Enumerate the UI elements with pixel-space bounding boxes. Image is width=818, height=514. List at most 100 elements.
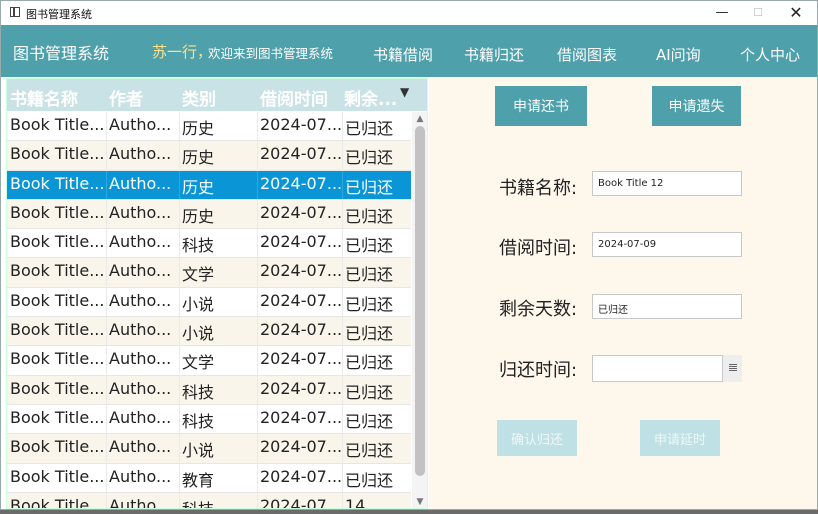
cell-category: 科技: [182, 236, 215, 256]
column-menu-icon[interactable]: ▼: [400, 85, 409, 99]
app-icon: [10, 7, 20, 17]
cell-book-name: Book Title...: [10, 378, 105, 398]
nav-item-chart[interactable]: 借阅图表: [557, 44, 617, 65]
nav-item-ai[interactable]: AI问询: [656, 44, 701, 65]
cell-remaining: 已归还: [345, 353, 394, 373]
column-divider: [179, 434, 180, 463]
cell-category: 教育: [182, 470, 215, 490]
column-header-remaining[interactable]: 剩余...: [344, 85, 397, 110]
cell-category: 科技: [182, 382, 215, 402]
cell-category: 科技: [182, 411, 215, 431]
cell-borrow-time: 2024-07...: [260, 320, 342, 340]
scroll-down-icon[interactable]: ▼: [415, 497, 425, 507]
table-row[interactable]: Book Title... Autho... 科技 2024-07... 已归还: [7, 375, 411, 405]
column-divider: [257, 199, 258, 228]
request-extension-button[interactable]: 申请延时: [640, 420, 720, 456]
table-row[interactable]: Book Title... Autho... 历史 2024-07... 已归还: [7, 141, 411, 171]
close-button[interactable]: ✕: [777, 1, 815, 25]
column-divider: [257, 170, 258, 199]
column-divider: [257, 141, 258, 170]
table-row[interactable]: Book Title... Autho... 教育 2024-07... 已归还: [7, 463, 411, 493]
table-row[interactable]: Book Title... Autho... 科技 2024-07... 已归还: [7, 229, 411, 259]
calendar-icon[interactable]: [722, 355, 742, 382]
column-divider: [179, 317, 180, 346]
cell-remaining: 已归还: [345, 265, 394, 285]
column-divider: [257, 112, 258, 140]
column-divider: [342, 317, 343, 346]
table-row[interactable]: Book Title... Autho... 小说 2024-07... 已归还: [7, 287, 411, 318]
cell-book-name: Book Title...: [10, 173, 105, 193]
column-header-category[interactable]: 类别: [182, 85, 216, 110]
cell-book-name: Book Title...: [10, 232, 105, 252]
apply-return-button[interactable]: 申请还书: [495, 86, 587, 126]
cell-borrow-time: 2024-07...: [260, 466, 342, 486]
table-row[interactable]: Book Title... Autho... 小说 2024-07... 已归还: [7, 434, 411, 464]
table-row[interactable]: Book Title... Autho... 历史 2024-07... 已归还: [7, 199, 411, 230]
cell-borrow-time: 2024-07...: [260, 144, 342, 164]
column-divider: [106, 317, 107, 346]
column-divider: [342, 434, 343, 463]
table-row[interactable]: Book Title... Autho... 小说 2024-07... 已归还: [7, 317, 411, 347]
cell-author: Autho...: [109, 320, 172, 340]
cell-borrow-time: 2024-07...: [260, 232, 342, 252]
column-divider: [257, 375, 258, 404]
cell-author: Autho...: [109, 232, 172, 252]
table-row[interactable]: Book Title... Autho... 文学 2024-07... 已归还: [7, 346, 411, 376]
cell-book-name: Book Title...: [10, 115, 105, 134]
column-header-author[interactable]: 作者: [109, 85, 143, 110]
report-lost-button[interactable]: 申请遗失: [652, 86, 741, 126]
column-divider: [342, 258, 343, 287]
cell-book-name: Book Title...: [10, 202, 105, 222]
welcome-text: 欢迎来到图书管理系统: [208, 46, 334, 61]
cell-author: Autho...: [109, 349, 172, 369]
return-time-field[interactable]: [592, 355, 742, 382]
remaining-days-field[interactable]: 已归还: [592, 294, 742, 319]
cell-category: 历史: [182, 206, 215, 226]
column-divider: [106, 404, 107, 433]
cell-book-name: Book Title...: [10, 349, 105, 369]
column-divider: [106, 287, 107, 316]
column-divider: [106, 434, 107, 463]
minimize-button[interactable]: —: [703, 1, 741, 25]
nav-item-borrow[interactable]: 书籍借阅: [373, 44, 433, 65]
table-row[interactable]: Book Title... Autho... 科技2024-07...14: [7, 492, 411, 509]
cell-book-name: Book Title...: [10, 466, 105, 486]
cell-category: 历史: [182, 148, 215, 168]
cell-book-name: Book Title...: [10, 495, 105, 509]
table-header: 书籍名称 作者 类别 借阅时间 剩余... ▼: [7, 79, 427, 111]
column-divider: [257, 434, 258, 463]
column-divider: [257, 346, 258, 375]
table-body: Book Title... Autho... 历史 2024-07... 已归还 Book…: [7, 112, 411, 509]
column-header-book-name[interactable]: 书籍名称: [10, 85, 78, 110]
book-name-field[interactable]: Book Title 12: [592, 171, 742, 196]
table-row[interactable]: Book Title... Autho... 文学 2024-07... 已归还: [7, 258, 411, 288]
cell-remaining: 已归还: [345, 177, 394, 197]
confirm-return-button[interactable]: 确认归还: [497, 420, 577, 456]
scroll-thumb[interactable]: [415, 126, 425, 476]
title-bar: 图书管理系统 — ☐ ✕: [1, 1, 817, 25]
table-row[interactable]: Book Title... Autho... 历史 2024-07... 已归还: [7, 112, 411, 142]
column-header-borrow-time[interactable]: 借阅时间: [260, 85, 328, 110]
cell-borrow-time: 2024-07...: [260, 290, 342, 310]
cell-borrow-time: 2024-07...: [260, 495, 342, 509]
cell-book-name: Book Title...: [10, 320, 105, 340]
column-divider: [342, 375, 343, 404]
cell-author: Autho...: [109, 290, 172, 310]
column-divider: [106, 346, 107, 375]
nav-item-return[interactable]: 书籍归还: [464, 44, 524, 65]
cell-category: 历史: [182, 177, 215, 197]
borrow-time-field[interactable]: 2024-07-09: [592, 232, 742, 257]
nav-item-profile[interactable]: 个人中心: [740, 44, 800, 65]
table-row[interactable]: Book Title... Autho... 科技 2024-07... 已归还: [7, 404, 411, 435]
remaining-days-label: 剩余天数:: [499, 299, 578, 320]
table-row[interactable]: Book Title... Autho... 历史 2024-07... 已归还: [7, 170, 411, 200]
cell-author: Autho...: [109, 115, 172, 134]
cell-remaining: 已归还: [345, 441, 394, 461]
column-divider: [342, 492, 343, 508]
column-divider: [106, 375, 107, 404]
cell-remaining: 已归还: [345, 382, 394, 402]
scroll-up-icon[interactable]: ▲: [415, 114, 425, 124]
table-scrollbar[interactable]: ▲ ▼: [412, 112, 427, 508]
maximize-button[interactable]: ☐: [739, 1, 777, 25]
cell-remaining: 已归还: [345, 206, 394, 226]
